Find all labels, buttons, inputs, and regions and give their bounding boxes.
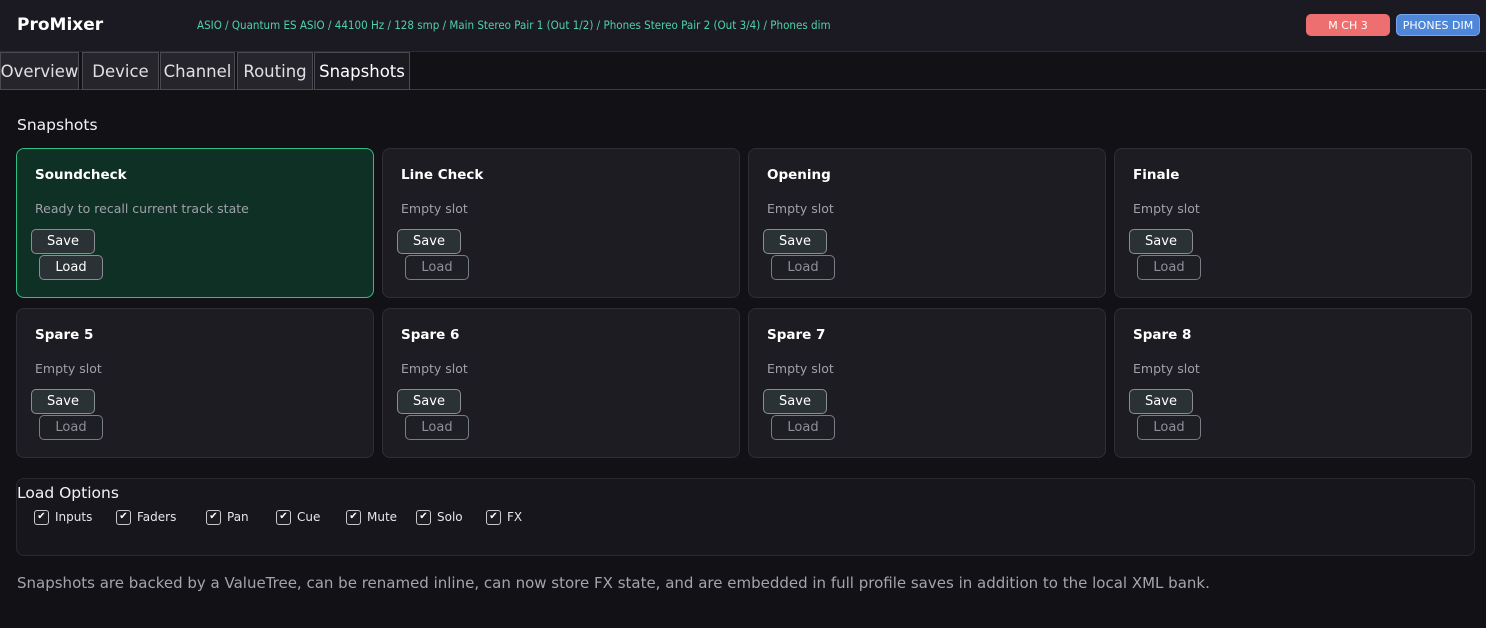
snapshot-name[interactable]: Line Check <box>401 167 483 183</box>
section-title: Snapshots <box>17 116 98 134</box>
checkbox[interactable]: ✔ <box>486 509 501 525</box>
load-button[interactable]: Load <box>39 415 103 440</box>
load-option-fx[interactable]: ✔ FX <box>486 509 522 525</box>
load-option-faders[interactable]: ✔ Faders <box>116 509 176 525</box>
load-button[interactable]: Load <box>771 415 835 440</box>
save-button[interactable]: Save <box>1129 229 1193 254</box>
load-option-label: Solo <box>437 510 463 524</box>
snapshot-card[interactable]: Spare 7 Empty slot Save Load <box>748 308 1106 458</box>
checkmark-icon: ✔ <box>279 511 288 522</box>
save-button[interactable]: Save <box>1129 389 1193 414</box>
snapshot-status: Empty slot <box>1133 201 1200 216</box>
snapshot-status: Empty slot <box>401 361 468 376</box>
snapshot-card[interactable]: Line Check Empty slot Save Load <box>382 148 740 298</box>
snapshot-name[interactable]: Soundcheck <box>35 167 127 183</box>
load-option-label: FX <box>507 510 523 524</box>
checkbox[interactable]: ✔ <box>346 509 361 525</box>
load-options-title: Load Options <box>17 484 119 502</box>
load-option-pan[interactable]: ✔ Pan <box>206 509 249 525</box>
checkmark-icon: ✔ <box>209 511 218 522</box>
checkbox[interactable]: ✔ <box>276 509 291 525</box>
snapshot-card[interactable]: Opening Empty slot Save Load <box>748 148 1106 298</box>
tab-routing[interactable]: Routing <box>237 52 313 90</box>
tab-overview[interactable]: Overview <box>0 52 79 90</box>
snapshot-name[interactable]: Finale <box>1133 167 1179 183</box>
load-option-mute[interactable]: ✔ Mute <box>346 509 397 525</box>
save-button[interactable]: Save <box>763 229 827 254</box>
load-button[interactable]: Load <box>39 255 103 280</box>
checkbox[interactable]: ✔ <box>206 509 221 525</box>
snapshot-name[interactable]: Spare 5 <box>35 327 93 343</box>
load-option-label: Faders <box>137 510 177 524</box>
save-button[interactable]: Save <box>397 229 461 254</box>
snapshot-status: Empty slot <box>35 361 102 376</box>
monitor-channel-badge[interactable]: M CH 3 <box>1306 14 1390 36</box>
snapshot-status: Empty slot <box>401 201 468 216</box>
app-title: ProMixer <box>17 15 104 35</box>
device-status: ASIO / Quantum ES ASIO / 44100 Hz / 128 … <box>197 18 831 32</box>
checkmark-icon: ✔ <box>119 511 128 522</box>
snapshot-status: Empty slot <box>767 361 834 376</box>
checkbox[interactable]: ✔ <box>116 509 131 525</box>
load-option-inputs[interactable]: ✔ Inputs <box>34 509 92 525</box>
footnote: Snapshots are backed by a ValueTree, can… <box>17 574 1210 592</box>
save-button[interactable]: Save <box>31 229 95 254</box>
save-button[interactable]: Save <box>763 389 827 414</box>
save-button[interactable]: Save <box>31 389 95 414</box>
snapshot-card[interactable]: Finale Empty slot Save Load <box>1114 148 1472 298</box>
checkmark-icon: ✔ <box>419 511 428 522</box>
top-bar: ProMixer ASIO / Quantum ES ASIO / 44100 … <box>0 0 1486 52</box>
load-option-cue[interactable]: ✔ Cue <box>276 509 320 525</box>
checkbox[interactable]: ✔ <box>416 509 431 525</box>
snapshot-name[interactable]: Spare 6 <box>401 327 459 343</box>
checkmark-icon: ✔ <box>489 511 498 522</box>
snapshot-status: Ready to recall current track state <box>35 201 249 216</box>
phones-dim-badge[interactable]: PHONES DIM <box>1396 14 1480 36</box>
load-button[interactable]: Load <box>1137 415 1201 440</box>
load-option-label: Cue <box>297 510 321 524</box>
tab-bar: Overview Device Channel Routing Snapshot… <box>0 52 1486 90</box>
checkmark-icon: ✔ <box>37 511 46 522</box>
snapshot-status: Empty slot <box>767 201 834 216</box>
snapshot-name[interactable]: Spare 7 <box>767 327 825 343</box>
snapshot-name[interactable]: Spare 8 <box>1133 327 1191 343</box>
tab-snapshots[interactable]: Snapshots <box>314 52 410 90</box>
load-button[interactable]: Load <box>771 255 835 280</box>
load-button[interactable]: Load <box>405 415 469 440</box>
checkmark-icon: ✔ <box>349 511 358 522</box>
snapshot-card[interactable]: Spare 6 Empty slot Save Load <box>382 308 740 458</box>
save-button[interactable]: Save <box>397 389 461 414</box>
snapshot-card[interactable]: Spare 5 Empty slot Save Load <box>16 308 374 458</box>
load-button[interactable]: Load <box>405 255 469 280</box>
snapshot-name[interactable]: Opening <box>767 167 831 183</box>
load-button[interactable]: Load <box>1137 255 1201 280</box>
tab-device[interactable]: Device <box>82 52 159 90</box>
load-option-label: Inputs <box>55 510 93 524</box>
snapshot-card[interactable]: Spare 8 Empty slot Save Load <box>1114 308 1472 458</box>
snapshot-status: Empty slot <box>1133 361 1200 376</box>
tab-channel[interactable]: Channel <box>160 52 235 90</box>
load-option-solo[interactable]: ✔ Solo <box>416 509 463 525</box>
checkbox[interactable]: ✔ <box>34 509 49 525</box>
load-option-label: Pan <box>227 510 249 524</box>
load-option-label: Mute <box>367 510 398 524</box>
snapshot-card[interactable]: Soundcheck Ready to recall current track … <box>16 148 374 298</box>
